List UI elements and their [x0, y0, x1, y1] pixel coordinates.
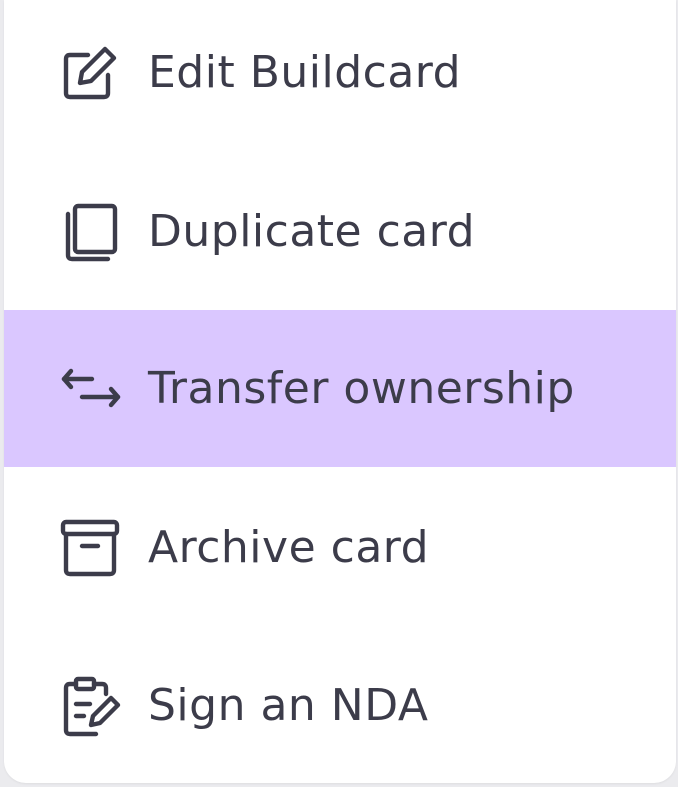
menu-item-label: Duplicate card	[148, 206, 476, 257]
menu-item-archive-card[interactable]: Archive card	[4, 469, 676, 626]
transfer-icon	[58, 357, 122, 421]
duplicate-icon	[58, 200, 122, 264]
sign-document-icon	[58, 674, 122, 738]
menu-item-label: Sign an NDA	[148, 680, 429, 731]
menu-item-label: Archive card	[148, 522, 430, 573]
menu-item-transfer-ownership[interactable]: Transfer ownership	[4, 310, 676, 467]
menu-item-sign-nda[interactable]: Sign an NDA	[4, 627, 676, 783]
edit-icon	[58, 41, 122, 105]
menu-item-edit-buildcard[interactable]: Edit Buildcard	[4, 0, 676, 151]
context-menu: Edit Buildcard Duplicate card Transfer o…	[4, 0, 676, 783]
menu-item-label: Edit Buildcard	[148, 47, 462, 98]
menu-item-label: Transfer ownership	[148, 363, 575, 414]
menu-item-duplicate-card[interactable]: Duplicate card	[4, 153, 676, 310]
archive-icon	[58, 516, 122, 580]
